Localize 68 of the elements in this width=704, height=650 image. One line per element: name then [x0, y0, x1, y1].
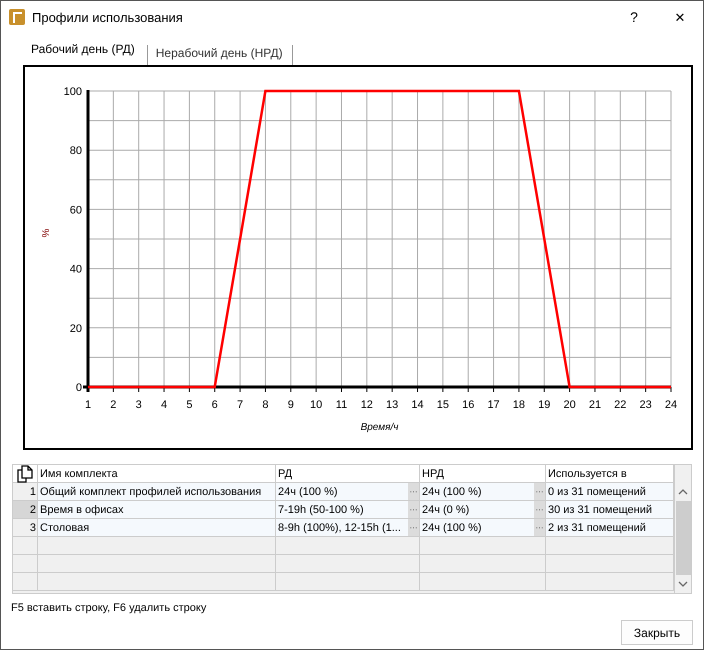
- table-cell-text: 24ч (100 %): [422, 486, 483, 498]
- help-button[interactable]: ?: [611, 1, 657, 33]
- scrollbar[interactable]: [674, 465, 691, 593]
- close-button[interactable]: ✕: [657, 1, 703, 33]
- ellipsis-button[interactable]: ···: [408, 519, 419, 536]
- x-tick-label: 14: [411, 399, 424, 411]
- y-tick-label: 60: [70, 204, 82, 216]
- x-tick-label: 24: [664, 399, 678, 411]
- table-cell: 0 из 31 помещений: [546, 483, 674, 501]
- table-cell: 2 из 31 помещений: [546, 519, 674, 537]
- y-axis-label: %: [41, 228, 52, 238]
- x-tick-label: 1: [84, 399, 92, 411]
- app-icon: [9, 9, 25, 25]
- x-tick-label: 12: [360, 399, 373, 411]
- ellipsis-button[interactable]: ···: [534, 483, 545, 500]
- x-tick-label: 9: [288, 399, 294, 411]
- hint-text: F5 вставить строку, F6 удалить строку: [11, 602, 208, 614]
- x-tick-label: 15: [436, 399, 449, 411]
- ellipsis-button[interactable]: ···: [408, 501, 419, 518]
- x-tick-label: 2: [110, 399, 116, 411]
- y-tick-label: 80: [70, 145, 82, 158]
- x-tick-label: 10: [310, 399, 322, 411]
- row-number[interactable]: 3: [13, 519, 38, 537]
- x-tick-label: 4: [160, 399, 168, 411]
- x-tick-label: 21: [588, 399, 602, 411]
- x-tick-label: 13: [386, 399, 398, 411]
- close-dialog-button[interactable]: Закрыть: [621, 620, 693, 645]
- scroll-up-icon[interactable]: [678, 488, 688, 496]
- table-cell-text: 7-19h (50-100 %): [278, 504, 365, 516]
- row-number[interactable]: 2: [13, 501, 38, 519]
- y-tick-label: 40: [70, 264, 82, 276]
- table-cell: Время в офисах: [38, 501, 276, 519]
- x-tick-label: 17: [487, 399, 500, 411]
- window-title: Профили использования: [32, 10, 184, 24]
- y-tick-label: 0: [76, 382, 82, 394]
- column-header[interactable]: РД: [276, 465, 420, 483]
- x-tick-label: 22: [614, 399, 626, 411]
- x-tick-label: 20: [563, 399, 576, 411]
- column-header[interactable]: Имя комплекта: [38, 465, 276, 483]
- column-header[interactable]: НРД: [420, 465, 546, 483]
- column-header[interactable]: Используется в: [546, 465, 674, 483]
- table-cell-text: 24ч (100 %): [422, 522, 483, 534]
- table-cell-text: 8-9h (100%), 12-15h (1...: [278, 522, 402, 534]
- x-tick-label: 5: [186, 399, 192, 411]
- x-tick-label: 16: [462, 399, 474, 411]
- x-tick-label: 8: [262, 399, 268, 411]
- x-axis-label: Время/ч: [360, 422, 398, 433]
- tab[interactable]: Нерабочий день (НРД): [146, 45, 293, 65]
- ellipsis-button[interactable]: ···: [534, 501, 545, 518]
- table-cell-text: 24ч (100 %): [278, 486, 339, 498]
- table-cell: 30 из 31 помещений: [546, 501, 674, 519]
- table-cell: Столовая: [38, 519, 276, 537]
- y-tick-label: 20: [70, 322, 82, 335]
- y-tick-label: 100: [64, 86, 82, 98]
- ellipsis-button[interactable]: ···: [534, 519, 545, 536]
- x-tick-label: 23: [640, 399, 652, 411]
- table-cell: Общий комплект профилей использования: [38, 483, 276, 501]
- scroll-down-icon[interactable]: [678, 580, 688, 588]
- x-tick-label: 19: [538, 399, 550, 411]
- row-number[interactable]: 1: [13, 483, 38, 501]
- x-tick-label: 18: [512, 399, 526, 411]
- x-tick-label: 3: [136, 399, 142, 411]
- x-tick-label: 6: [212, 399, 218, 411]
- x-tick-label: 11: [336, 399, 348, 411]
- table-cell-text: 24ч (0 %): [422, 504, 470, 516]
- ellipsis-button[interactable]: ···: [408, 483, 419, 500]
- x-tick-label: 7: [237, 399, 244, 411]
- copy-icon[interactable]: [16, 464, 32, 482]
